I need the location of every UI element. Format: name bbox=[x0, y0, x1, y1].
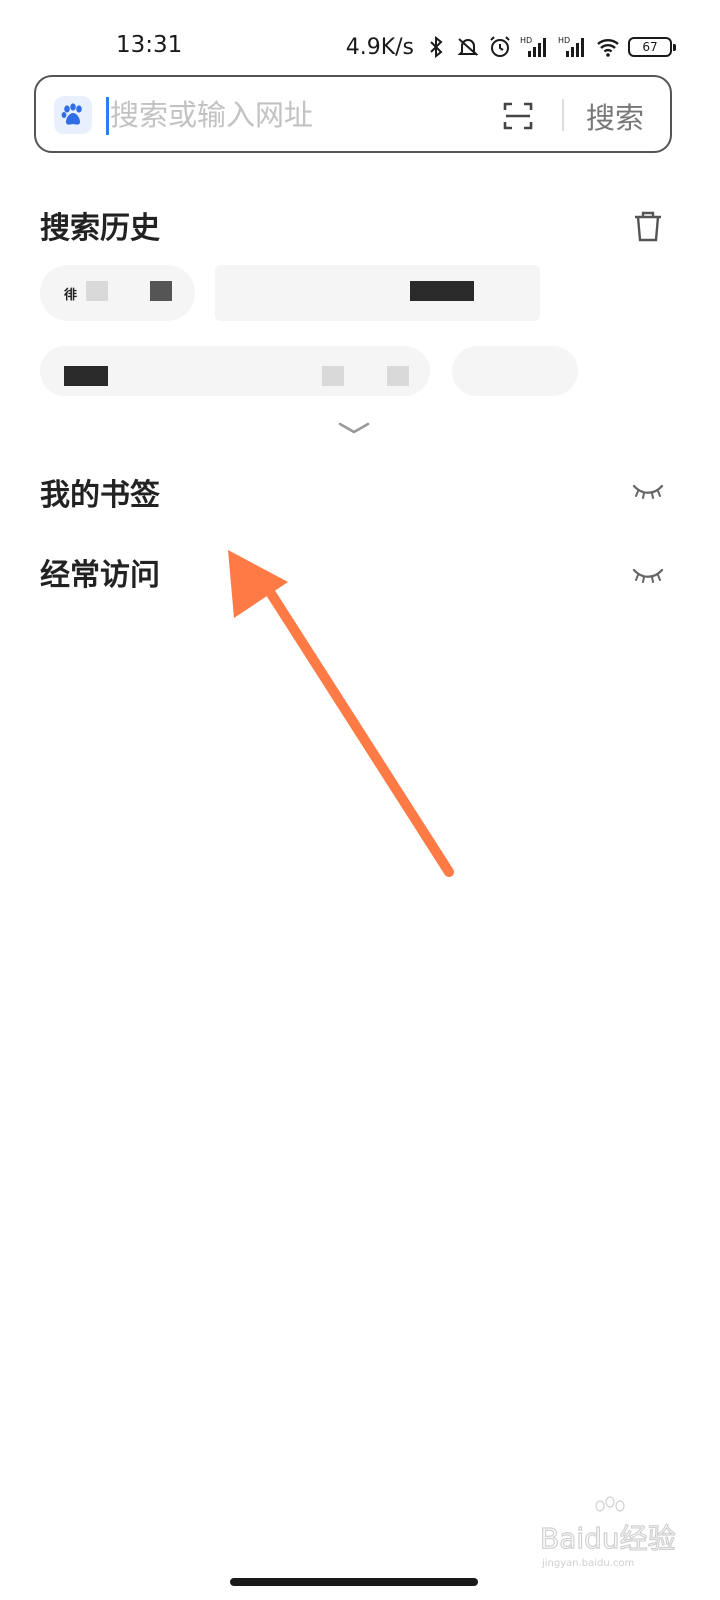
redaction-mask bbox=[86, 281, 108, 301]
history-item[interactable]: 徘 bbox=[40, 265, 195, 321]
redaction-mask bbox=[410, 281, 474, 301]
search-bar[interactable]: 搜索 bbox=[34, 75, 672, 153]
search-divider bbox=[562, 99, 564, 131]
wifi-icon bbox=[596, 35, 620, 59]
battery-icon: 67 bbox=[628, 37, 676, 57]
eye-closed-icon[interactable] bbox=[630, 478, 666, 502]
text-cursor bbox=[106, 97, 109, 135]
my-bookmarks-title[interactable]: 我的书签 bbox=[40, 470, 160, 514]
redaction-mask bbox=[322, 366, 344, 386]
chevron-down-icon[interactable] bbox=[336, 420, 372, 436]
svg-text:Baidu经验: Baidu经验 bbox=[540, 1522, 676, 1555]
status-icons: 4.9K/s HD HD 67 bbox=[345, 30, 676, 64]
status-bar: 13:31 4.9K/s HD HD 67 bbox=[0, 0, 720, 72]
history-item[interactable] bbox=[215, 265, 540, 321]
arrow-head bbox=[228, 550, 288, 618]
status-time: 13:31 bbox=[116, 32, 183, 58]
eye-closed-icon[interactable] bbox=[630, 562, 666, 586]
hd-signal-icon: HD bbox=[520, 35, 550, 59]
redaction-mask bbox=[64, 366, 108, 386]
trash-icon[interactable] bbox=[630, 208, 666, 244]
mute-icon bbox=[456, 35, 480, 59]
redaction-mask bbox=[150, 281, 172, 301]
home-indicator[interactable] bbox=[230, 1578, 478, 1586]
svg-text:jingyan.baidu.com: jingyan.baidu.com bbox=[541, 1558, 634, 1569]
hd-signal-icon-2: HD bbox=[558, 35, 588, 59]
baidu-paw-icon[interactable] bbox=[54, 96, 92, 134]
svg-text:HD: HD bbox=[520, 36, 532, 45]
search-history-title: 搜索历史 bbox=[40, 211, 160, 246]
alarm-icon bbox=[488, 35, 512, 59]
search-button[interactable]: 搜索 bbox=[586, 95, 644, 137]
svg-text:HD: HD bbox=[558, 36, 570, 45]
history-item[interactable] bbox=[40, 346, 430, 396]
history-item-label: 徘 bbox=[64, 288, 78, 303]
frequently-visited-title[interactable]: 经常访问 bbox=[40, 550, 160, 594]
scan-icon[interactable] bbox=[502, 100, 534, 132]
baidu-jingyan-watermark: Baidu经验 jingyan.baidu.com bbox=[540, 1490, 680, 1570]
network-speed: 4.9K/s bbox=[345, 34, 414, 60]
redaction-mask bbox=[387, 366, 409, 386]
search-input[interactable] bbox=[110, 93, 490, 137]
history-item[interactable] bbox=[452, 346, 578, 396]
bluetooth-icon bbox=[424, 35, 448, 59]
